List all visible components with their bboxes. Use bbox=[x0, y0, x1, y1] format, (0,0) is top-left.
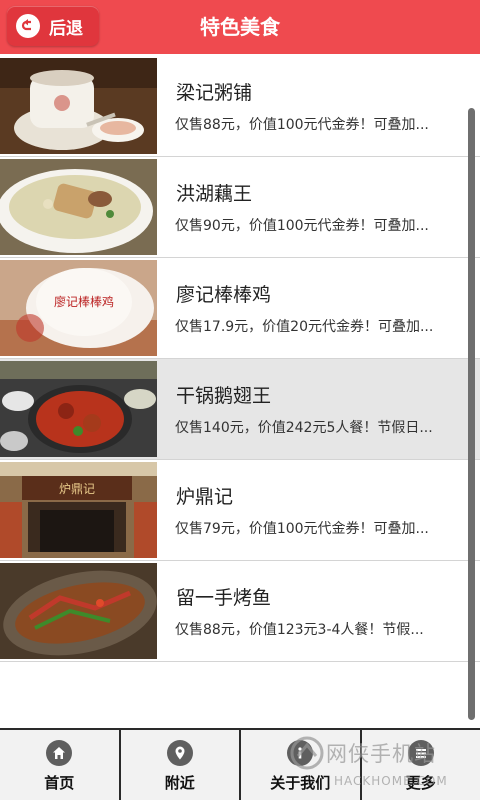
info-icon bbox=[287, 740, 314, 766]
item-photo bbox=[0, 563, 157, 659]
location-pin-icon bbox=[166, 740, 193, 766]
list-item[interactable]: 廖记棒棒鸡 廖记棒棒鸡 仅售17.9元，价值20元代金券！可叠加... bbox=[0, 258, 480, 359]
item-description: 仅售90元，价值100元代金券！可叠加... bbox=[175, 218, 429, 234]
svg-text:廖记棒棒鸡: 廖记棒棒鸡 bbox=[54, 294, 114, 309]
tab-nearby-label: 附近 bbox=[164, 774, 195, 792]
scrollbar[interactable] bbox=[468, 108, 475, 720]
item-photo: 炉鼎记 bbox=[0, 462, 157, 558]
item-description: 仅售140元，价值242元5人餐！节假日... bbox=[175, 420, 433, 436]
item-photo: 廖记棒棒鸡 bbox=[0, 260, 157, 356]
svg-text:炉鼎记: 炉鼎记 bbox=[59, 482, 95, 496]
page-title: 特色美食 bbox=[200, 15, 280, 39]
tab-home-label: 首页 bbox=[44, 774, 75, 792]
tab-more-label: 更多 bbox=[405, 774, 436, 792]
home-icon bbox=[46, 740, 73, 766]
item-photo bbox=[0, 58, 157, 154]
item-name: 炉鼎记 bbox=[176, 486, 234, 508]
tab-nearby[interactable]: 附近 bbox=[121, 730, 241, 800]
tab-about-label: 关于我们 bbox=[270, 774, 331, 792]
item-photo bbox=[0, 361, 157, 457]
list-item[interactable]: 洪湖藕王 仅售90元，价值100元代金券！可叠加... bbox=[0, 157, 480, 258]
item-description: 仅售17.9元，价值20元代金券！可叠加... bbox=[175, 319, 434, 335]
item-description: 仅售88元，价值123元3-4人餐！节假... bbox=[175, 622, 424, 638]
more-icon bbox=[407, 740, 434, 766]
restaurant-list: 梁记粥铺 仅售88元，价值100元代金券！可叠加... 洪湖藕王 仅售90元，价… bbox=[0, 56, 480, 662]
item-name: 梁记粥铺 bbox=[176, 82, 253, 104]
item-name: 干锅鹅翅王 bbox=[176, 385, 272, 407]
tab-more[interactable]: 更多 bbox=[362, 730, 480, 800]
list-item[interactable]: 留一手烤鱼 仅售88元，价值123元3-4人餐！节假... bbox=[0, 561, 480, 662]
bottom-tab-bar: 首页 附近 关于我们 更多 bbox=[0, 728, 480, 800]
item-photo bbox=[0, 159, 157, 255]
item-name: 洪湖藕王 bbox=[176, 183, 253, 205]
list-item[interactable]: 干锅鹅翅王 仅售140元，价值242元5人餐！节假日... bbox=[0, 359, 480, 460]
item-name: 廖记棒棒鸡 bbox=[176, 284, 272, 306]
list-item[interactable]: 炉鼎记 炉鼎记 仅售79元，价值100元代金券！可叠加... bbox=[0, 460, 480, 561]
tab-home[interactable]: 首页 bbox=[0, 730, 121, 800]
item-description: 仅售79元，价值100元代金券！可叠加... bbox=[175, 521, 429, 537]
list-item[interactable]: 梁记粥铺 仅售88元，价值100元代金券！可叠加... bbox=[0, 56, 480, 157]
item-description: 仅售88元，价值100元代金券！可叠加... bbox=[175, 117, 429, 133]
item-name: 留一手烤鱼 bbox=[176, 587, 272, 609]
header-bar: 后退 特色美食 bbox=[0, 0, 480, 54]
tab-about[interactable]: 关于我们 bbox=[241, 730, 362, 800]
